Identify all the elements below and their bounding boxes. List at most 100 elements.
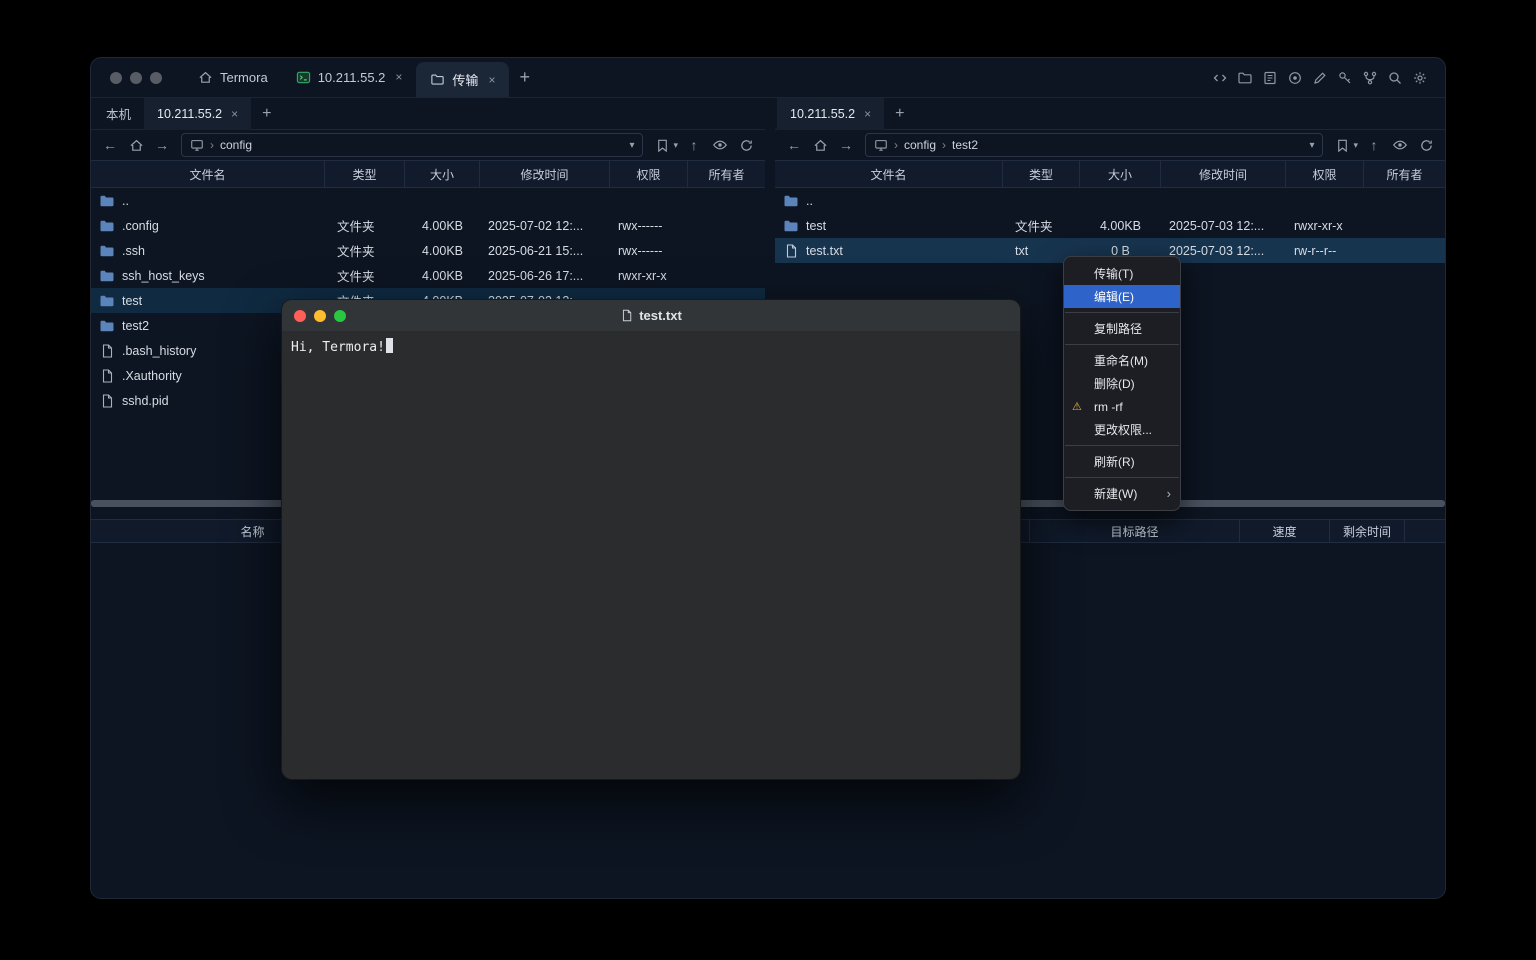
- tab-host-10-211-55-2[interactable]: 10.211.55.2 ×: [282, 58, 417, 97]
- close-icon[interactable]: ×: [395, 70, 402, 84]
- column-header-modified[interactable]: 修改时间: [480, 161, 610, 187]
- back-button[interactable]: ←: [98, 133, 122, 157]
- file-row[interactable]: .ssh 文件夹 4.00KB 2025-06-21 15:... rwx---…: [91, 238, 765, 263]
- home-button[interactable]: [808, 133, 832, 157]
- tab-remote-session[interactable]: 10.211.55.2 ×: [777, 98, 884, 130]
- path-breadcrumb[interactable]: › config ▾: [181, 133, 643, 157]
- file-row[interactable]: ..: [775, 188, 1445, 213]
- folder-icon: [99, 268, 115, 284]
- left-panel-tabs: 本机 10.211.55.2 × +: [91, 98, 765, 130]
- close-icon[interactable]: ×: [864, 107, 871, 121]
- parent-directory-button[interactable]: ↑: [682, 133, 706, 157]
- show-hidden-eye-icon[interactable]: [1388, 133, 1412, 157]
- add-panel-tab-button[interactable]: +: [884, 105, 915, 123]
- menu-item-copy-path[interactable]: 复制路径: [1064, 317, 1180, 340]
- column-header-modified[interactable]: 修改时间: [1161, 161, 1286, 187]
- column-header-owner[interactable]: 所有者: [688, 161, 765, 187]
- transfer-column-speed[interactable]: 速度: [1240, 520, 1330, 542]
- column-header-perms[interactable]: 权限: [1286, 161, 1364, 187]
- tab-remote-session[interactable]: 10.211.55.2 ×: [144, 98, 251, 130]
- menu-item-edit[interactable]: 编辑(E): [1064, 285, 1180, 308]
- refresh-icon[interactable]: [734, 133, 758, 157]
- file-row[interactable]: ..: [91, 188, 765, 213]
- menu-divider: [1065, 445, 1179, 446]
- home-icon: [198, 70, 213, 85]
- terminal-icon: [296, 70, 311, 85]
- right-panel-tabs: 10.211.55.2 × +: [775, 98, 1445, 130]
- forward-button[interactable]: →: [150, 133, 174, 157]
- folder-icon: [99, 243, 115, 259]
- column-header-filename[interactable]: 文件名: [775, 161, 1003, 187]
- close-window-button[interactable]: [110, 72, 122, 84]
- breadcrumb-segment[interactable]: test2: [952, 138, 978, 152]
- column-header-size[interactable]: 大小: [405, 161, 480, 187]
- folder-icon: [430, 72, 445, 87]
- bookmark-icon[interactable]: [650, 133, 674, 157]
- close-icon[interactable]: ×: [231, 107, 238, 121]
- menu-item-refresh[interactable]: 刷新(R): [1064, 450, 1180, 473]
- transfer-column-target[interactable]: 目标路径: [1030, 520, 1240, 542]
- titlebar-actions: [1208, 66, 1431, 89]
- tab-local[interactable]: 本机: [93, 98, 144, 130]
- key-icon[interactable]: [1333, 66, 1356, 89]
- zoom-window-button[interactable]: [150, 72, 162, 84]
- bookmark-icon[interactable]: [1330, 133, 1354, 157]
- search-icon[interactable]: [1383, 66, 1406, 89]
- back-button[interactable]: ←: [782, 133, 806, 157]
- menu-item-transfer[interactable]: 传输(T): [1064, 262, 1180, 285]
- branch-icon[interactable]: [1358, 66, 1381, 89]
- editor-window: test.txt Hi, Termora!: [282, 300, 1020, 779]
- gear-icon[interactable]: [1408, 66, 1431, 89]
- file-row[interactable]: ssh_host_keys 文件夹 4.00KB 2025-06-26 17:.…: [91, 263, 765, 288]
- folder-icon: [783, 218, 799, 234]
- transfer-column-remaining[interactable]: 剩余时间: [1330, 520, 1405, 542]
- menu-item-delete[interactable]: 删除(D): [1064, 372, 1180, 395]
- menu-item-rename[interactable]: 重命名(M): [1064, 349, 1180, 372]
- folder-icon[interactable]: [1233, 66, 1256, 89]
- parent-directory-button[interactable]: ↑: [1362, 133, 1386, 157]
- minimize-window-button[interactable]: [130, 72, 142, 84]
- home-button[interactable]: [124, 133, 148, 157]
- menu-item-chmod[interactable]: 更改权限...: [1064, 418, 1180, 441]
- code-icon[interactable]: [1208, 66, 1231, 89]
- column-header-type[interactable]: 类型: [1003, 161, 1080, 187]
- add-panel-tab-button[interactable]: +: [251, 105, 282, 123]
- editor-traffic-lights: [294, 310, 346, 322]
- path-breadcrumb[interactable]: › config › test2 ▾: [865, 133, 1323, 157]
- menu-divider: [1065, 477, 1179, 478]
- file-row[interactable]: test 文件夹 4.00KB 2025-07-03 12:... rwxr-x…: [775, 213, 1445, 238]
- column-header-type[interactable]: 类型: [325, 161, 405, 187]
- show-hidden-eye-icon[interactable]: [708, 133, 732, 157]
- bookmark-dropdown-icon[interactable]: ▾: [673, 140, 678, 151]
- menu-item-rm-rf[interactable]: ⚠rm -rf: [1064, 395, 1180, 418]
- right-panel-toolbar: ← → › config › test2 ▾ ▾ ↑: [775, 130, 1445, 160]
- breadcrumb-segment[interactable]: config: [220, 138, 252, 152]
- column-header-size[interactable]: 大小: [1080, 161, 1161, 187]
- zoom-button[interactable]: [334, 310, 346, 322]
- refresh-icon[interactable]: [1414, 133, 1438, 157]
- column-header-filename[interactable]: 文件名: [91, 161, 325, 187]
- transfer-column-end: [1405, 520, 1445, 542]
- tab-transfer[interactable]: 传输 ×: [416, 62, 509, 97]
- forward-button[interactable]: →: [834, 133, 858, 157]
- tab-termora-home[interactable]: Termora: [184, 58, 282, 97]
- traffic-lights: [110, 72, 162, 84]
- bookmark-dropdown-icon[interactable]: ▾: [1353, 140, 1358, 151]
- editor-content[interactable]: Hi, Termora!: [282, 331, 1020, 362]
- column-header-perms[interactable]: 权限: [610, 161, 688, 187]
- log-icon[interactable]: [1258, 66, 1281, 89]
- menu-item-new[interactable]: 新建(W)›: [1064, 482, 1180, 505]
- record-icon[interactable]: [1283, 66, 1306, 89]
- new-tab-button[interactable]: +: [509, 58, 540, 97]
- close-button[interactable]: [294, 310, 306, 322]
- column-header-owner[interactable]: 所有者: [1364, 161, 1445, 187]
- pen-icon[interactable]: [1308, 66, 1331, 89]
- file-row[interactable]: .config 文件夹 4.00KB 2025-07-02 12:... rwx…: [91, 213, 765, 238]
- editor-titlebar[interactable]: test.txt: [282, 300, 1020, 331]
- chevron-down-icon[interactable]: ▾: [629, 140, 634, 151]
- chevron-down-icon[interactable]: ▾: [1309, 140, 1314, 151]
- breadcrumb-segment[interactable]: config: [904, 138, 936, 152]
- file-icon: [783, 243, 799, 259]
- close-icon[interactable]: ×: [488, 73, 495, 87]
- minimize-button[interactable]: [314, 310, 326, 322]
